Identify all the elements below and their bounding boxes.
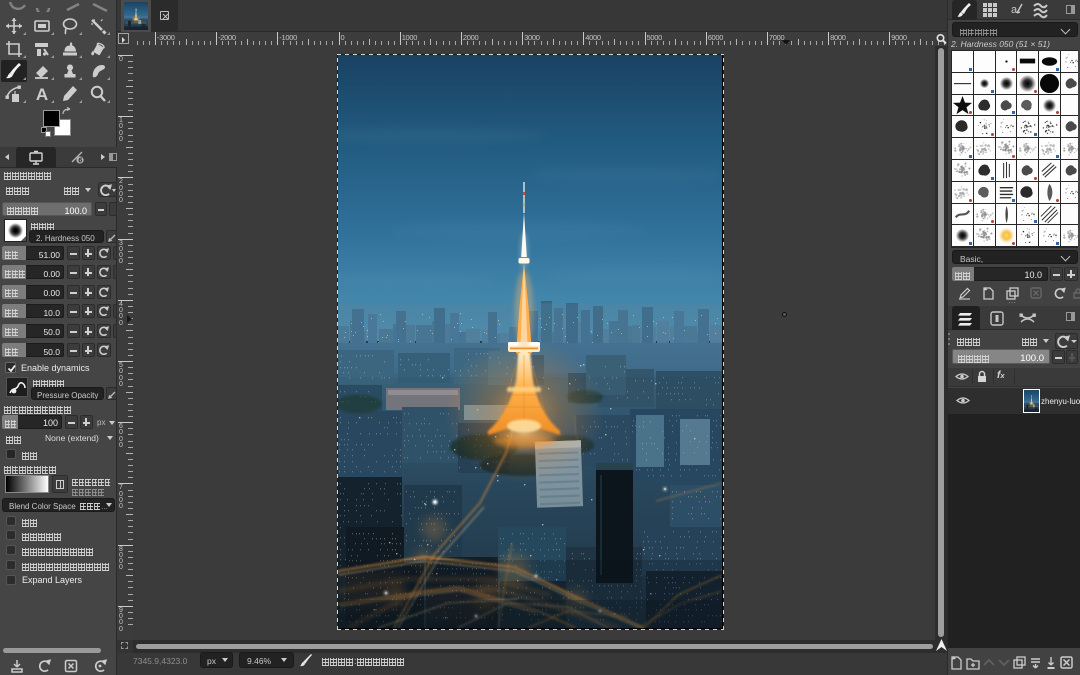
svg-text:a: a — [1011, 4, 1018, 16]
